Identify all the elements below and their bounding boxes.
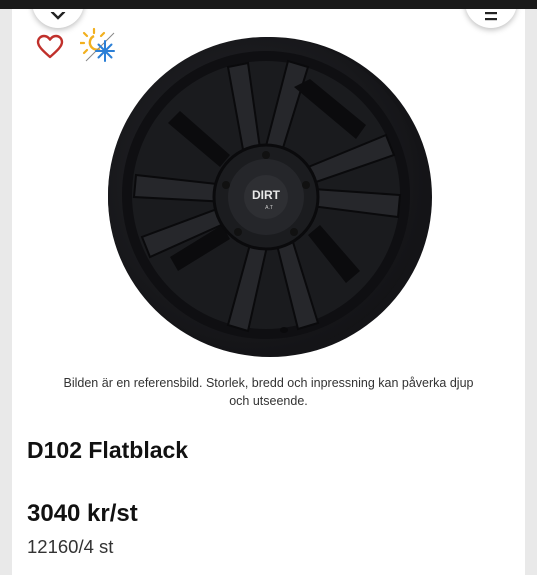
image-caption: Bilden är en referensbild. Storlek, bred…	[63, 376, 474, 408]
unit-price: 3040 kr/st	[27, 500, 138, 527]
menu-button[interactable]	[465, 9, 517, 28]
product-name: D102 Flatblack	[27, 437, 189, 463]
menu-icon	[485, 12, 497, 21]
brand-logo-line2: A.T	[265, 205, 273, 211]
product-card: DIRT A.T Bilden är en referensbild. Stor…	[12, 9, 525, 575]
total-price: 12160/4 st	[27, 536, 114, 557]
heart-icon[interactable]	[36, 34, 64, 60]
wheel-product-image: DIRT A.T	[108, 37, 432, 357]
close-button[interactable]	[32, 9, 84, 28]
partially-visible-status	[27, 570, 127, 575]
brand-logo-line1: DIRT	[252, 188, 281, 202]
close-icon	[50, 12, 66, 20]
status-bar	[0, 0, 537, 9]
